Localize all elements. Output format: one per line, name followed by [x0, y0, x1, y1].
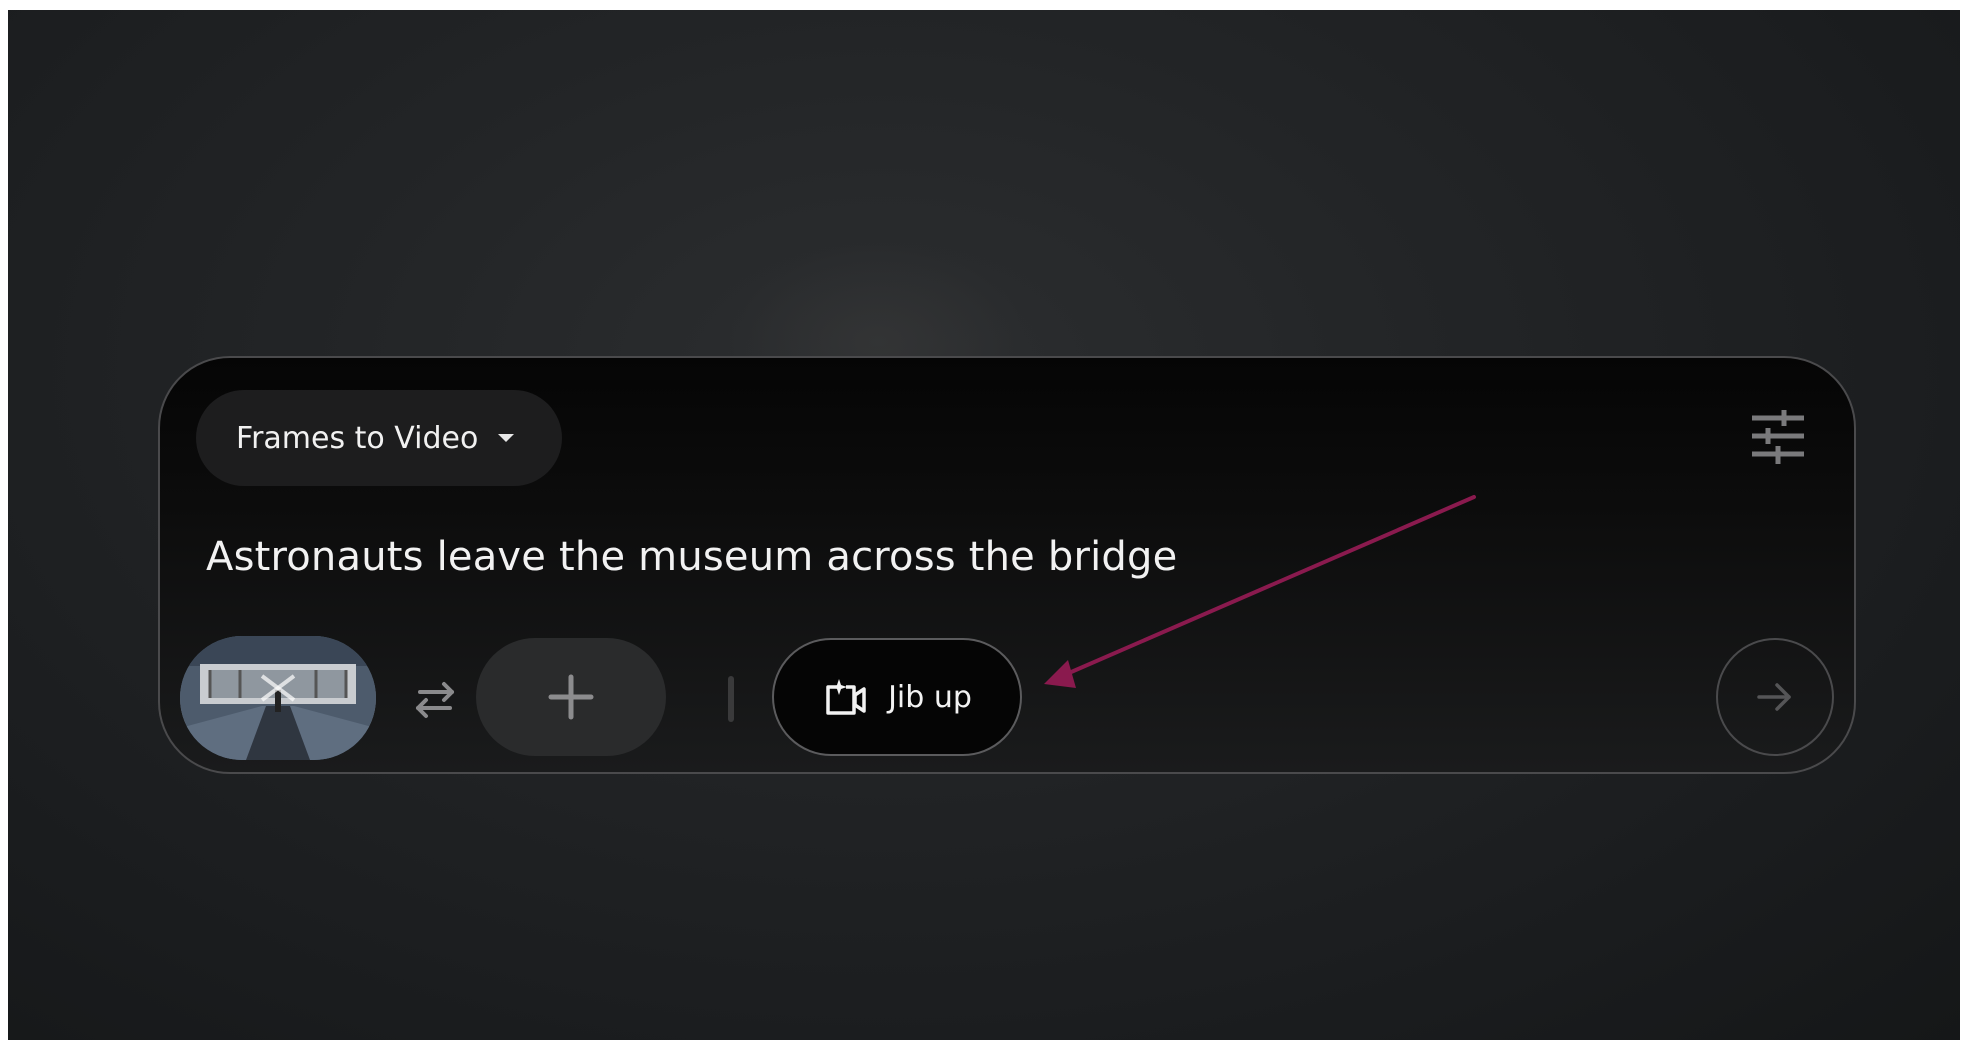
toolbar-divider	[728, 676, 734, 722]
mode-selector-label: Frames to Video	[236, 420, 479, 456]
prompt-text[interactable]: Astronauts leave the museum across the b…	[206, 534, 1177, 580]
plus-icon	[548, 674, 594, 720]
arrow-right-icon	[1757, 683, 1791, 711]
app-background: Frames to Video Astronauts leave the mus…	[8, 10, 1960, 1040]
send-button[interactable]	[1716, 638, 1834, 756]
camera-sparkle-icon	[826, 679, 866, 715]
start-frame-thumbnail[interactable]	[180, 636, 376, 760]
prompt-composer-panel: Frames to Video Astronauts leave the mus…	[158, 356, 1856, 774]
add-end-frame-button[interactable]	[476, 638, 666, 756]
camera-motion-button[interactable]: Jib up	[772, 638, 1022, 756]
tune-sliders-icon[interactable]	[1748, 406, 1808, 466]
swap-arrows-icon[interactable]	[410, 674, 460, 724]
chevron-down-icon	[498, 434, 515, 442]
camera-motion-label: Jib up	[888, 679, 972, 715]
mode-selector-button[interactable]: Frames to Video	[196, 390, 562, 486]
